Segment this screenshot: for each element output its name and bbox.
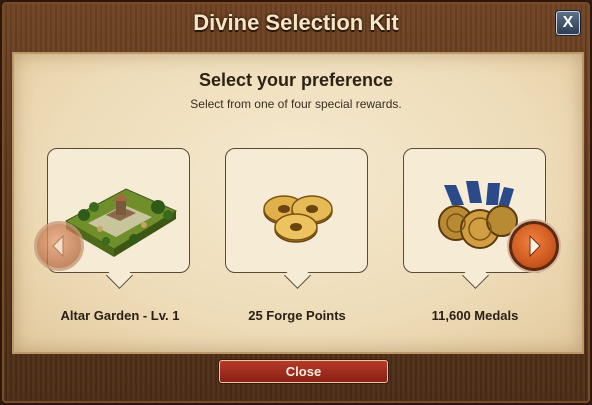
- chevron-left-icon: [52, 234, 64, 258]
- dialog-title: Divine Selection Kit: [193, 10, 399, 35]
- reward-selection-dialog: Divine Selection Kit X Select your prefe…: [0, 0, 592, 405]
- reward-label-altar-garden: Altar Garden - Lv. 1: [60, 308, 180, 323]
- next-button[interactable]: [509, 221, 559, 271]
- selection-subheading: Select from one of four special rewards.: [190, 97, 402, 111]
- selection-heading: Select your preference: [198, 70, 394, 90]
- reward-card-forge-points[interactable]: [225, 148, 368, 289]
- reward-label-forge-points: 25 Forge Points: [248, 308, 346, 323]
- forge-points-icon: [263, 195, 333, 243]
- title-bar: Divine Selection Kit X: [0, 0, 592, 44]
- close-button[interactable]: Close: [219, 360, 388, 383]
- previous-button[interactable]: [34, 221, 84, 271]
- reward-label-medals: 11,600 Medals: [431, 308, 519, 323]
- chevron-right-icon: [529, 234, 541, 258]
- close-icon[interactable]: X: [556, 11, 580, 35]
